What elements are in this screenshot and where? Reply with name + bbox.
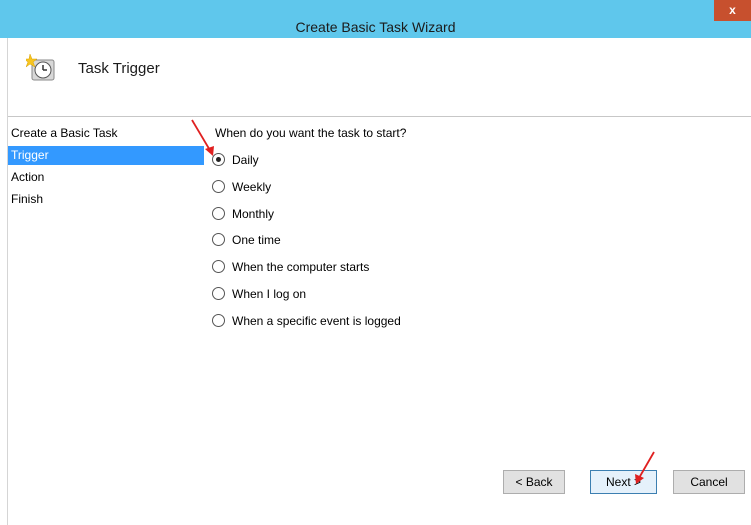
annotation-arrow-icon (191, 119, 214, 156)
option-label: Monthly (232, 206, 275, 221)
step-trigger[interactable]: Trigger (8, 146, 204, 165)
task-scheduler-clock-icon (26, 53, 55, 81)
radio-weekly[interactable] (212, 179, 225, 193)
option-label: Daily (232, 153, 259, 167)
header-divider (8, 116, 751, 117)
step-create-basic-task[interactable]: Create a Basic Task (8, 124, 204, 143)
option-label: When I log on (232, 286, 307, 301)
option-label: One time (232, 233, 281, 248)
option-label: When the computer starts (232, 260, 370, 275)
radio-monthly[interactable] (212, 206, 225, 220)
option-label: When a specific event is logged (232, 313, 401, 328)
wizard-steps: Create a Basic Task Trigger Action Finis… (8, 124, 204, 212)
radio-log-on[interactable] (212, 286, 225, 300)
window-title: Create Basic Task Wizard (295, 19, 456, 35)
step-finish[interactable]: Finish (8, 190, 204, 209)
page-title: Task Trigger (78, 60, 160, 77)
annotation-arrow-icon (635, 451, 655, 484)
left-border (0, 38, 8, 525)
back-button[interactable]: < Back (503, 470, 565, 494)
close-button[interactable]: x (714, 0, 751, 21)
wizard-window: Create Basic Task Wizard x Task Trigger … (0, 0, 751, 525)
step-action[interactable]: Action (8, 168, 204, 187)
trigger-question: When do you want the task to start? (215, 126, 407, 140)
cancel-button[interactable]: Cancel (673, 470, 745, 494)
wizard-header: Task Trigger (8, 38, 751, 116)
option-label: Weekly (232, 179, 272, 194)
title-bar[interactable]: Create Basic Task Wizard x (0, 0, 751, 38)
radio-event-logged[interactable] (212, 313, 225, 327)
